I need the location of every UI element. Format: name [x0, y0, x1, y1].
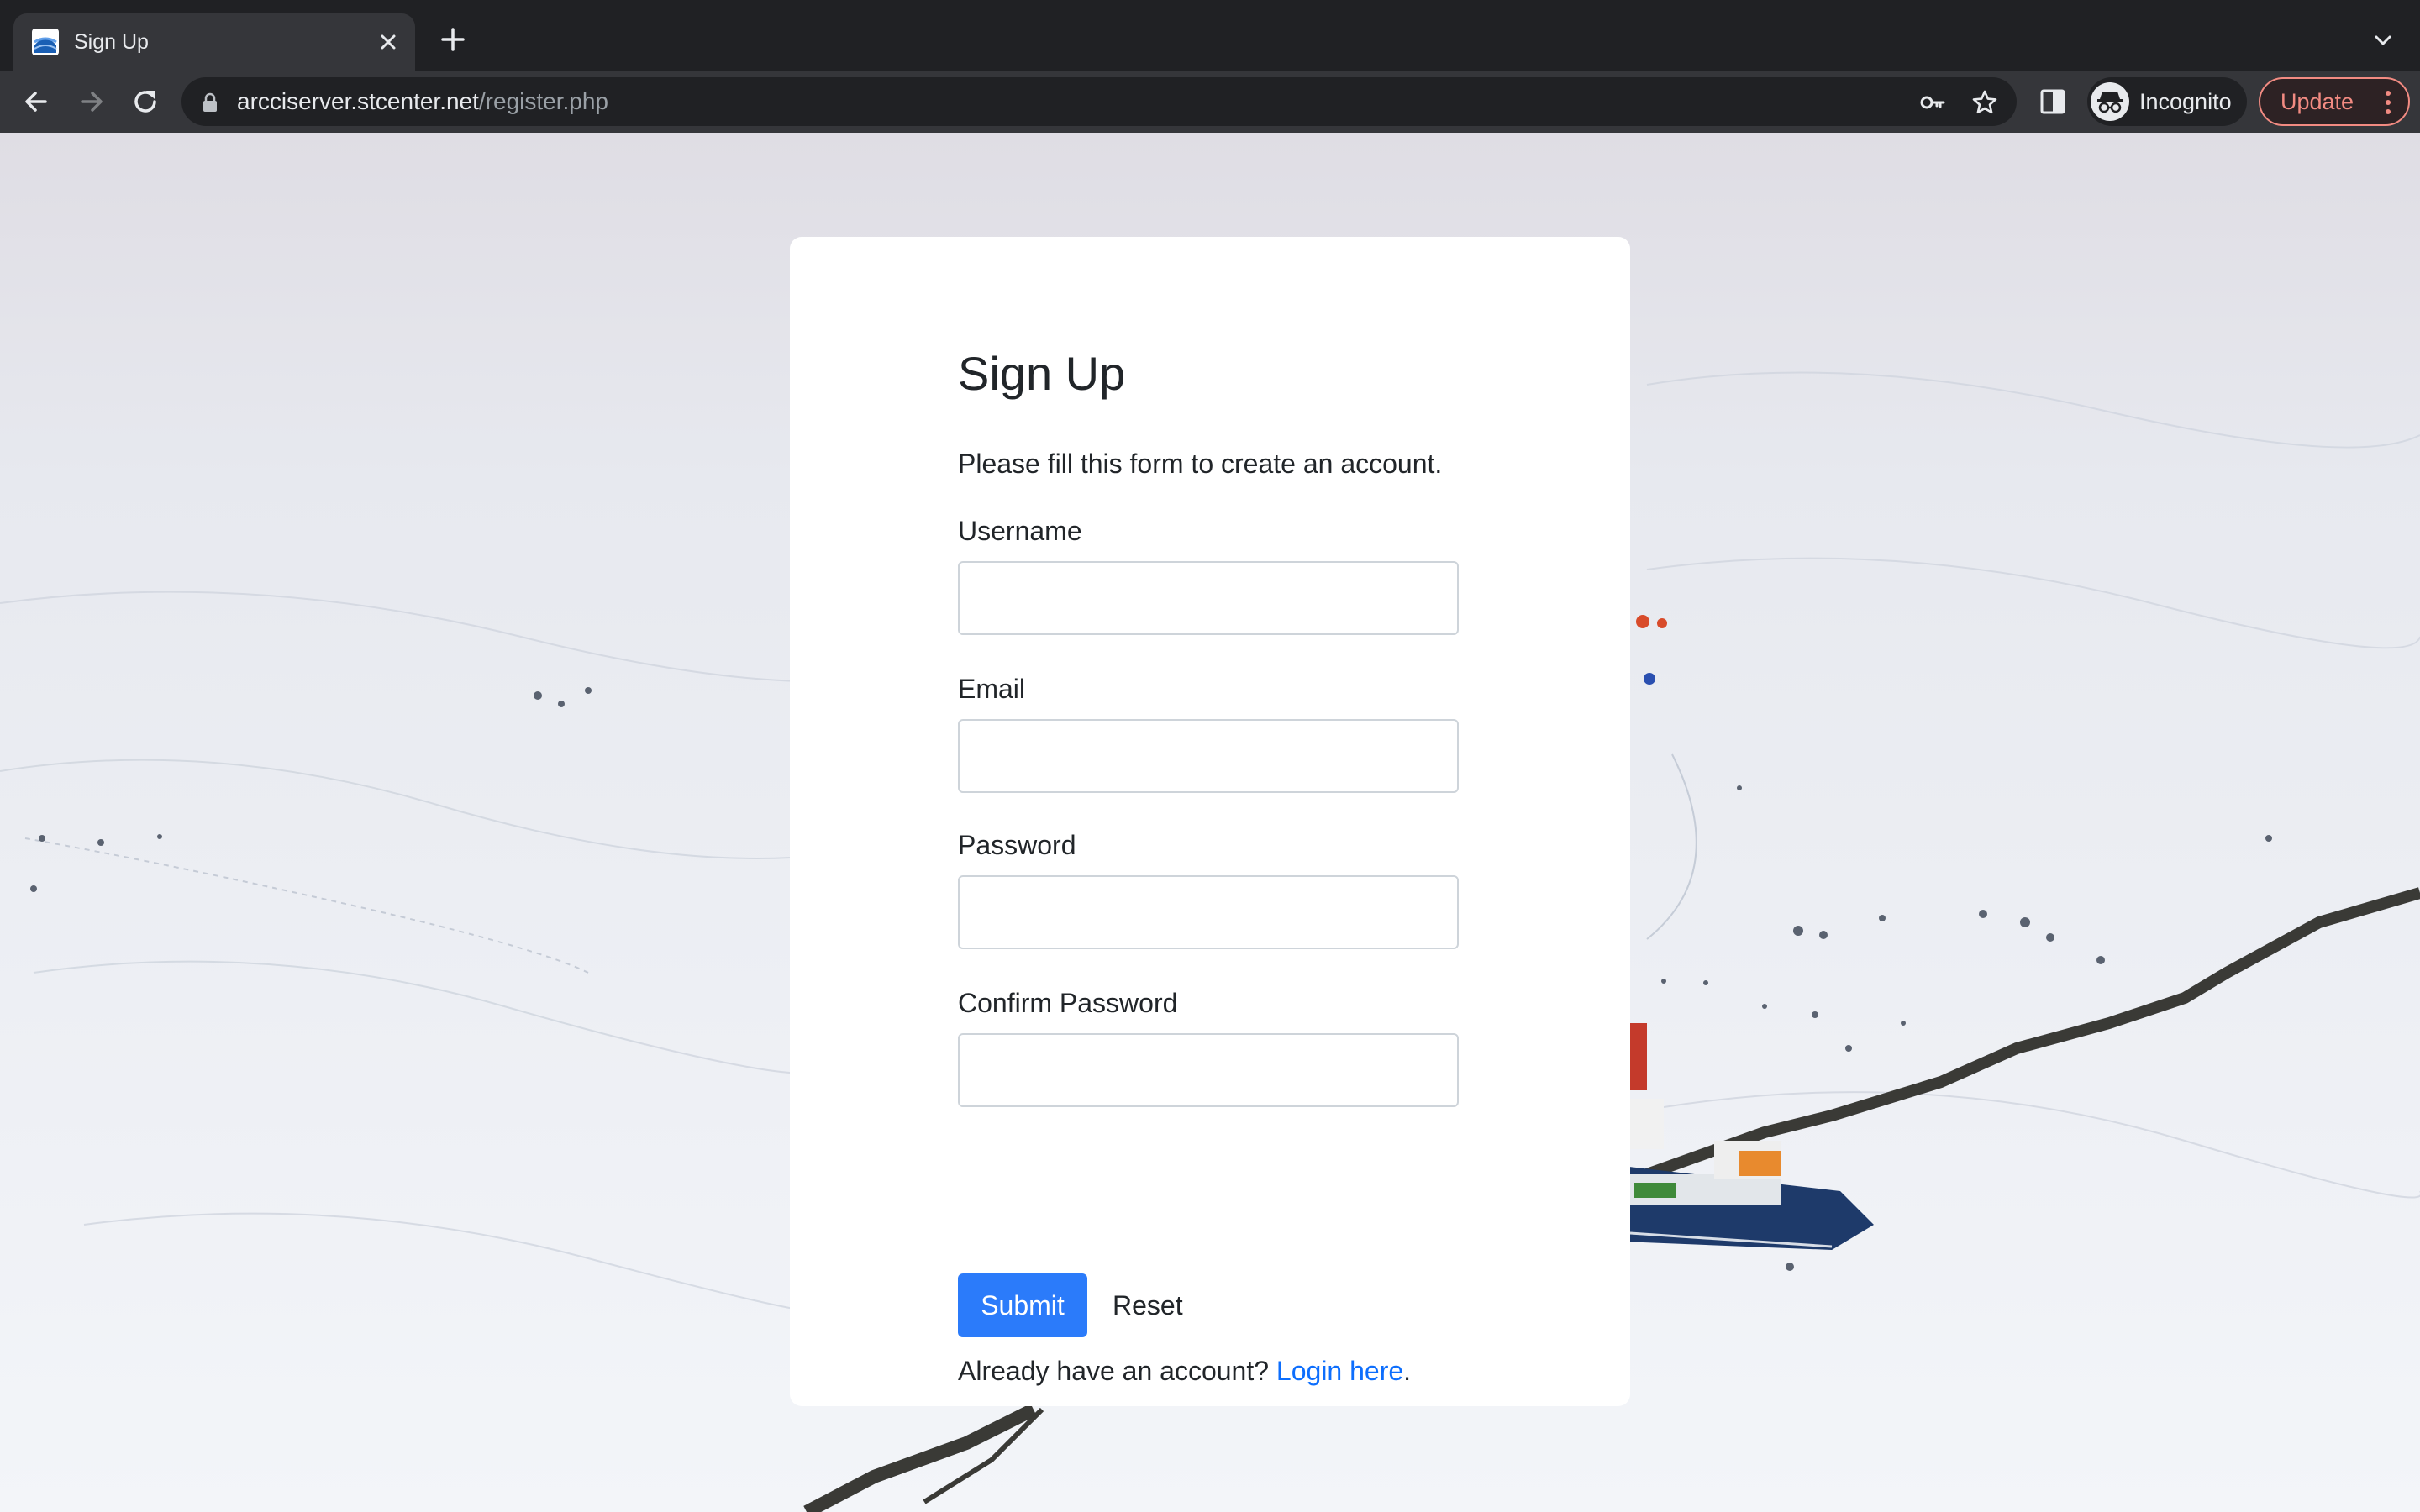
address-bar[interactable]: arcciserver.stcenter.net/register.php: [182, 77, 2017, 126]
back-arrow-icon[interactable]: [20, 86, 52, 118]
reset-button[interactable]: Reset: [1113, 1273, 1213, 1337]
site-favicon-icon: [32, 29, 59, 55]
reload-icon[interactable]: [129, 86, 161, 118]
browser-tab[interactable]: Sign Up: [13, 13, 415, 71]
more-menu-icon[interactable]: [2385, 90, 2391, 115]
signup-card: Sign Up Please fill this form to create …: [790, 237, 1630, 1406]
submit-button[interactable]: Submit: [958, 1273, 1087, 1337]
close-tab-icon[interactable]: [375, 29, 402, 55]
form-subtitle: Please fill this form to create an accou…: [958, 449, 1443, 479]
password-label: Password: [958, 830, 1076, 860]
login-prompt-text: Already have an account?: [958, 1356, 1276, 1386]
update-label: Update: [2281, 89, 2354, 114]
email-label: Email: [958, 674, 1026, 704]
url-host: arcciserver.stcenter.net: [237, 88, 479, 114]
incognito-label: Incognito: [2139, 89, 2232, 114]
lock-icon[interactable]: [202, 92, 218, 113]
tab-title: Sign Up: [74, 30, 149, 54]
login-prompt-suffix: .: [1403, 1356, 1412, 1386]
login-prompt: Already have an account? Login here.: [958, 1354, 1411, 1388]
url-text: arcciserver.stcenter.net/register.php: [237, 87, 608, 116]
url-path: /register.php: [478, 88, 609, 114]
forward-arrow-icon[interactable]: [76, 86, 108, 118]
new-tab-icon[interactable]: [439, 25, 467, 54]
browser-toolbar: arcciserver.stcenter.net/register.php In…: [0, 71, 2420, 133]
key-icon[interactable]: [1919, 89, 1946, 116]
username-label: Username: [958, 516, 1082, 546]
side-panel-icon[interactable]: [2039, 87, 2067, 116]
confirm-password-input[interactable]: [958, 1033, 1459, 1107]
login-link[interactable]: Login here: [1276, 1356, 1403, 1386]
incognito-indicator[interactable]: Incognito: [2087, 77, 2247, 126]
bookmark-star-icon[interactable]: [1971, 89, 1998, 116]
browser-tabstrip: Sign Up: [0, 0, 2420, 71]
page-title: Sign Up: [958, 347, 1126, 400]
username-input[interactable]: [958, 561, 1459, 635]
tab-search-chevron-down-icon[interactable]: [2371, 29, 2395, 52]
page-viewport: Sign Up Please fill this form to create …: [0, 133, 2420, 1512]
confirm-password-label: Confirm Password: [958, 988, 1178, 1018]
update-button[interactable]: Update: [2259, 77, 2410, 126]
incognito-icon: [2091, 82, 2129, 121]
password-input[interactable]: [958, 875, 1459, 949]
email-input[interactable]: [958, 719, 1459, 793]
